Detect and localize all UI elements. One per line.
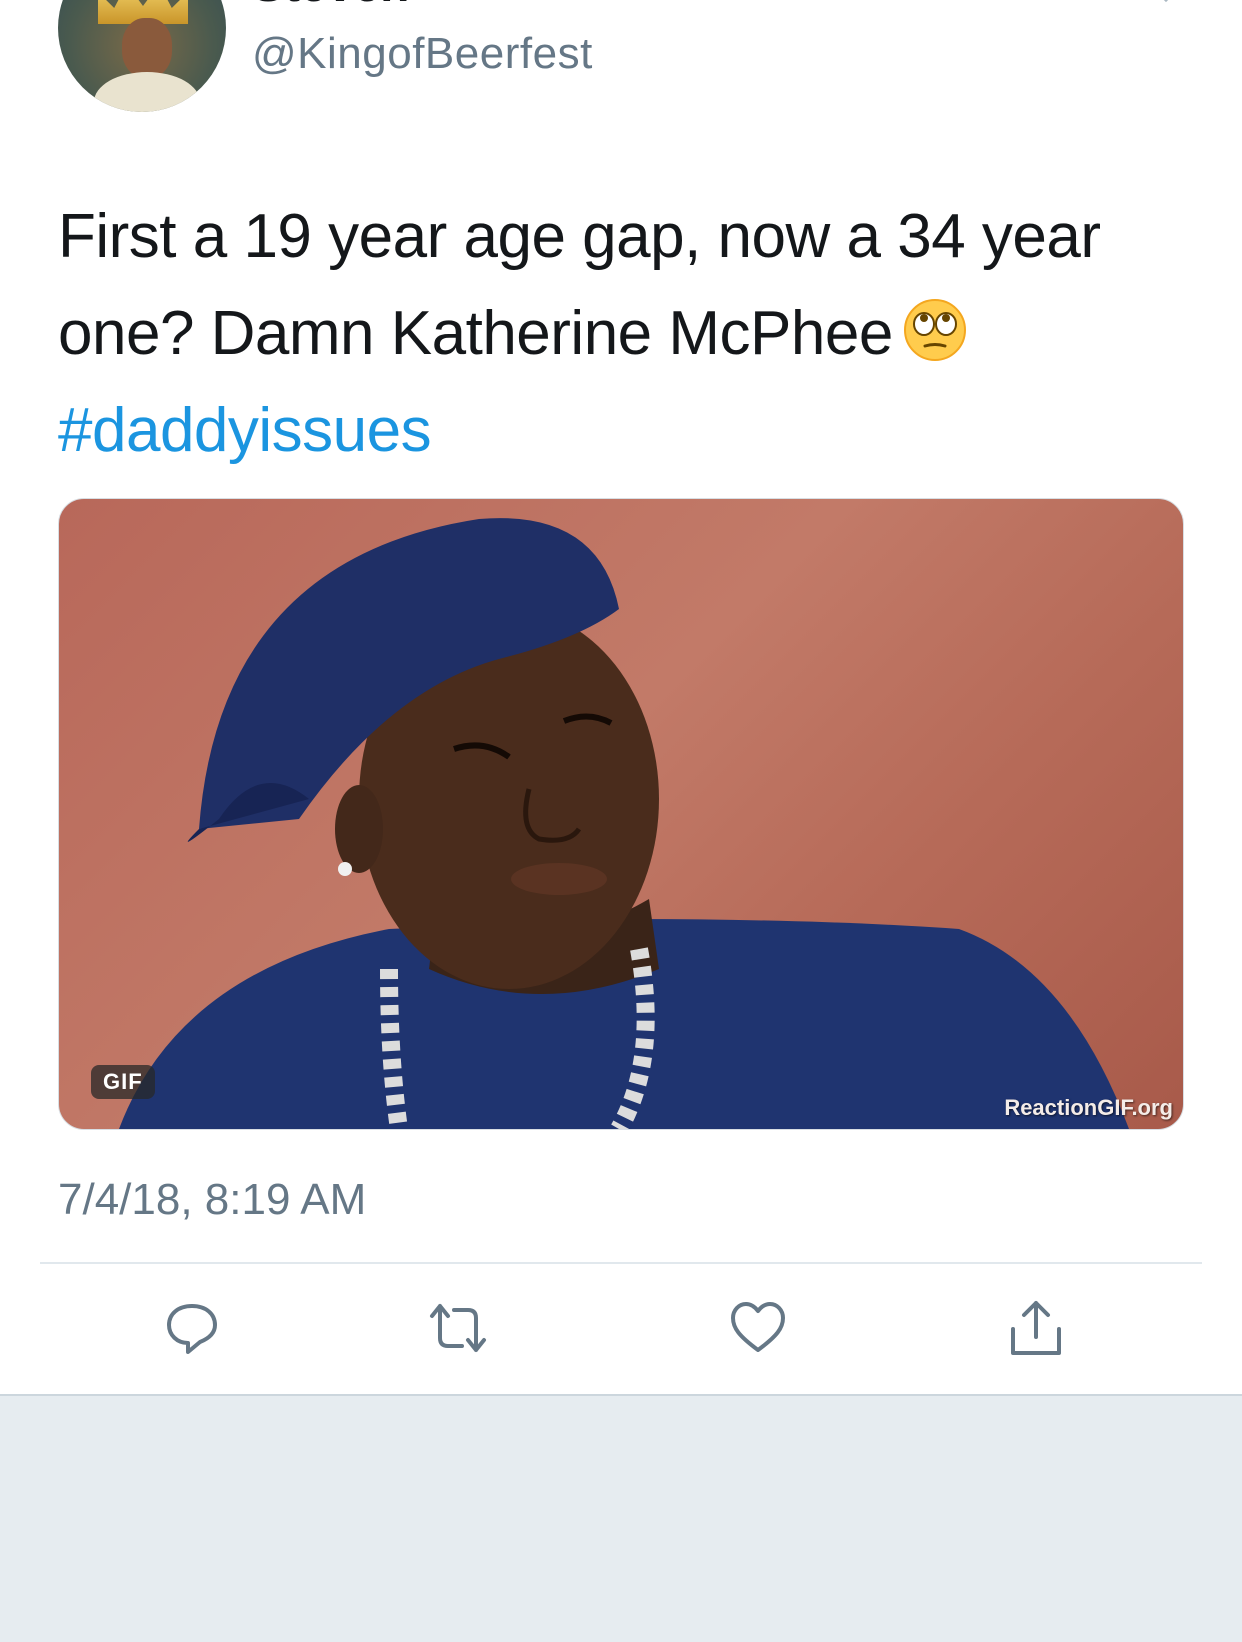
timeline-background [0,1394,1242,1642]
share-icon [1011,1301,1061,1355]
user-handle[interactable]: @KingofBeerfest [252,26,593,82]
gif-badge: GIF [91,1065,155,1099]
heart-icon [731,1302,785,1352]
tweet-text-line-2: one? Damn Katherine McPhee [58,285,1178,382]
tweet-text-line-2-text: one? Damn Katherine McPhee [58,299,893,368]
reply-button[interactable] [162,1298,222,1358]
media-watermark: ReactionGIF.org [1004,1095,1173,1120]
eye-roll-emoji-icon [903,299,966,361]
gif-media[interactable]: GIF ReactionGIF.org [58,498,1184,1130]
avatar[interactable] [58,0,226,112]
like-button[interactable] [728,1298,788,1358]
share-button[interactable] [1006,1298,1066,1358]
display-name[interactable]: Steven [252,0,409,14]
tweet-timestamp[interactable]: 7/4/18, 8:19 AM [58,1172,366,1228]
reply-icon [167,1304,217,1354]
chevron-down-icon[interactable] [1150,0,1182,10]
tweet-text: First a 19 year age gap, now a 34 year o… [58,188,1178,479]
tweet-text-line-1: First a 19 year age gap, now a 34 year [58,202,1101,271]
retweet-button[interactable] [428,1298,488,1358]
avatar-shirt [94,72,200,112]
avatar-face [122,18,172,78]
hashtag-link[interactable]: #daddyissues [58,382,1178,479]
gif-illustration [119,518,1129,1129]
tweet-detail: Steven @KingofBeerfest First a 19 year a… [0,0,1242,1398]
divider [40,1262,1202,1264]
retweet-icon [430,1304,486,1352]
